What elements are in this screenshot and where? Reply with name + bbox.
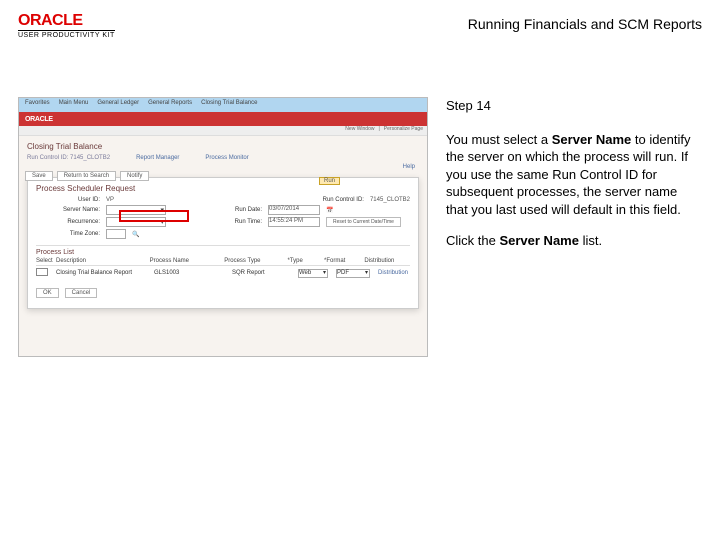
app-screenshot: Favorites Main Menu General Ledger Gener…: [18, 97, 428, 357]
sub-links: New Window | Personalize Page: [19, 126, 427, 136]
run-time-label: Run Time:: [198, 219, 262, 225]
reset-time-button[interactable]: Reset to Current Date/Time: [326, 217, 401, 227]
cancel-button[interactable]: Cancel: [65, 288, 98, 298]
server-name-select[interactable]: [106, 205, 166, 215]
time-zone-label: Time Zone:: [36, 231, 100, 237]
proc-type: SQR Report: [232, 270, 290, 276]
personalize-link[interactable]: Personalize Page: [384, 126, 423, 135]
brand: ORACLE USER PRODUCTIVITY KIT: [18, 12, 115, 39]
calendar-icon[interactable]: 📅: [326, 207, 333, 214]
help-link[interactable]: Help: [403, 164, 415, 170]
instruction-para-2: Click the Server Name list.: [446, 232, 696, 250]
type-select[interactable]: Web: [298, 269, 328, 278]
process-list-heading: Process List: [36, 245, 410, 256]
run-control-value: 7145_CLOTB2: [70, 155, 110, 161]
lookup-icon[interactable]: 🔍: [132, 231, 139, 238]
process-monitor-link[interactable]: Process Monitor: [205, 155, 248, 161]
crumb[interactable]: Favorites: [25, 100, 50, 110]
recurrence-label: Recurrence:: [36, 219, 100, 225]
notify-button[interactable]: Notify: [120, 171, 149, 181]
breadcrumb: Favorites Main Menu General Ledger Gener…: [19, 98, 427, 112]
run-time-input[interactable]: 14:55:24 PM: [268, 217, 320, 227]
user-id-value: VP: [106, 197, 114, 203]
run-date-label: Run Date:: [198, 207, 262, 213]
crumb[interactable]: General Reports: [148, 100, 192, 110]
run-control-id-value: 7145_CLOTB2: [370, 197, 410, 203]
user-id-label: User ID:: [36, 197, 100, 203]
run-button[interactable]: Run: [319, 177, 340, 185]
ok-button[interactable]: OK: [36, 288, 59, 298]
crumb[interactable]: Closing Trial Balance: [201, 100, 257, 110]
new-window-link[interactable]: New Window: [345, 126, 374, 135]
proc-name: GLS1003: [154, 270, 224, 276]
recurrence-select[interactable]: [106, 217, 166, 227]
app-header-bar: ORACLE: [19, 112, 427, 126]
process-list-row: Closing Trial Balance Report GLS1003 SQR…: [36, 266, 410, 278]
brand-main: ORACLE: [18, 12, 115, 30]
report-manager-link[interactable]: Report Manager: [136, 155, 179, 161]
app-logo: ORACLE: [25, 116, 53, 123]
instruction-para-1: You must select a Server Name to identif…: [446, 131, 696, 219]
save-button[interactable]: Save: [25, 171, 53, 181]
process-list-header: SelectDescriptionProcess NameProcess Typ…: [36, 258, 410, 266]
run-control-label: Run Control ID:: [27, 155, 68, 161]
process-scheduler-panel: Process Scheduler Request Help User ID: …: [27, 177, 419, 309]
brand-sub: USER PRODUCTIVITY KIT: [18, 30, 115, 39]
distribution-link[interactable]: Distribution: [378, 270, 408, 276]
run-control-id-label: Run Control ID:: [300, 197, 364, 203]
crumb[interactable]: General Ledger: [97, 100, 139, 110]
doc-title: Running Financials and SCM Reports: [468, 16, 702, 32]
panel-title: Process Scheduler Request: [36, 184, 410, 193]
proc-desc: Closing Trial Balance Report: [56, 270, 146, 276]
crumb[interactable]: Main Menu: [59, 100, 89, 110]
page-title: Closing Trial Balance: [27, 142, 419, 151]
return-button[interactable]: Return to Search: [57, 171, 116, 181]
format-select[interactable]: PDF: [336, 269, 370, 278]
select-checkbox[interactable]: [36, 268, 48, 276]
step-label: Step 14: [446, 97, 696, 115]
server-name-label: Server Name:: [36, 207, 100, 213]
run-date-input[interactable]: 03/07/2014: [268, 205, 320, 215]
time-zone-input[interactable]: [106, 229, 126, 239]
